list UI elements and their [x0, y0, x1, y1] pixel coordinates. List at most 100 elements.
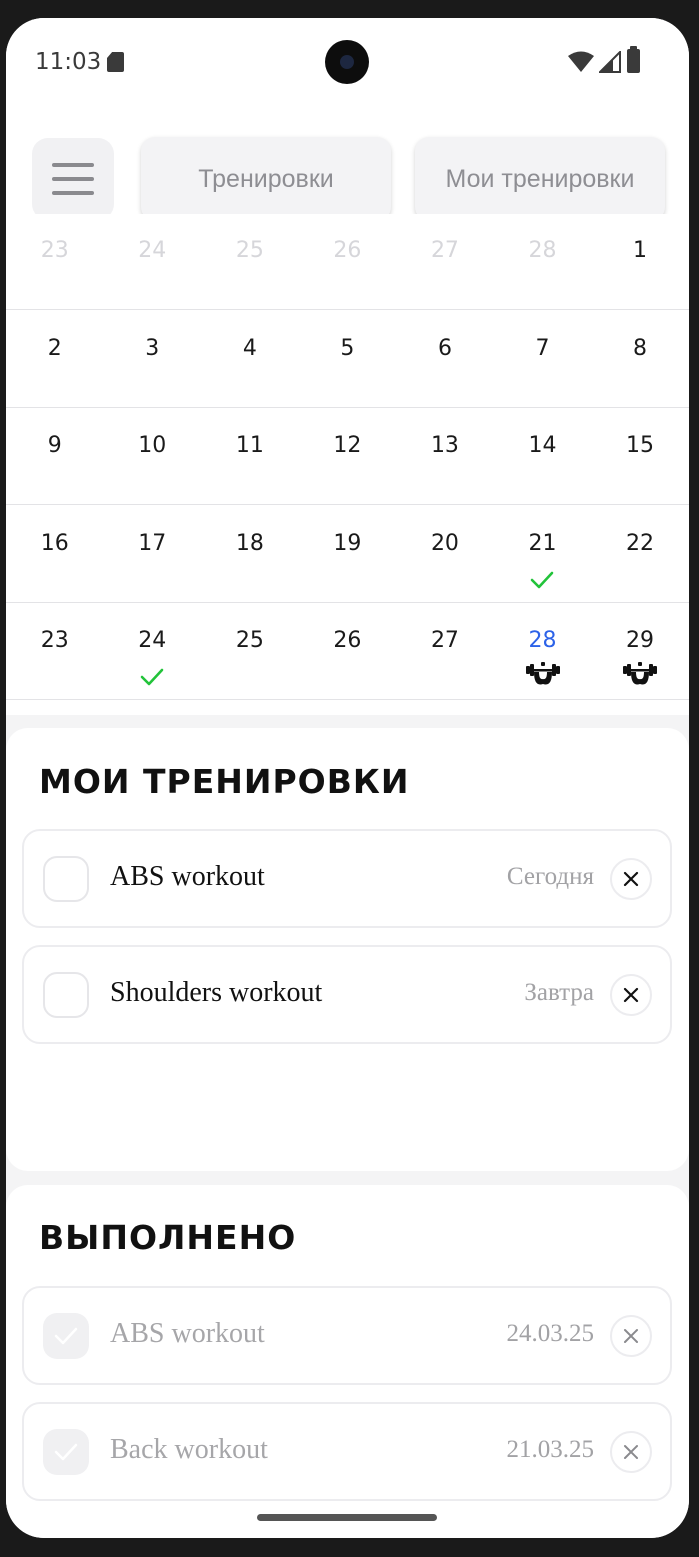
workout-name: Back workout: [110, 1434, 268, 1465]
workout-checkbox-checked[interactable]: [43, 1313, 89, 1359]
workout-when: Сегодня: [506, 863, 594, 890]
calendar-day-number: 26: [333, 628, 362, 654]
tab-my-workouts[interactable]: Мои тренировки: [415, 137, 665, 221]
tab-workouts[interactable]: Тренировки: [141, 137, 391, 221]
calendar-day-number: 3: [145, 335, 160, 361]
calendar-day-number: 27: [430, 628, 459, 654]
calendar-day-number: 26: [333, 238, 362, 263]
menu-button[interactable]: [32, 138, 114, 220]
calendar-day-number: 20: [430, 530, 459, 556]
my-workouts-card: МОИ ТРЕНИРОВКИ ABS workout Сегодня Shoul…: [6, 728, 689, 1171]
calendar-day[interactable]: 24: [104, 602, 202, 700]
calendar-day-number: 6: [437, 335, 452, 361]
check-icon: [54, 1443, 78, 1461]
calendar-day[interactable]: 27: [396, 602, 494, 700]
calendar-day-number: 28: [528, 628, 557, 654]
calendar-day[interactable]: 24: [104, 212, 202, 310]
workout-checkbox[interactable]: [43, 856, 89, 902]
workout-item[interactable]: Shoulders workout Завтра: [22, 945, 672, 1044]
calendar-day[interactable]: 15: [591, 407, 689, 505]
workout-checkbox-checked[interactable]: [43, 1429, 89, 1475]
calendar-day[interactable]: 20: [396, 505, 494, 603]
calendar-day-number: 18: [235, 530, 264, 556]
calendar-day[interactable]: 6: [396, 310, 494, 408]
workout-date: 21.03.25: [506, 1436, 595, 1463]
calendar-day-number: 28: [528, 238, 557, 263]
calendar-day-number: 16: [40, 530, 69, 556]
calendar-day[interactable]: 28: [494, 212, 592, 310]
calendar-day-number: 4: [242, 335, 257, 361]
remove-workout-button[interactable]: [610, 1315, 652, 1357]
close-icon: [623, 871, 639, 887]
calendar-day[interactable]: 12: [299, 407, 397, 505]
calendar-day-number: 11: [235, 433, 264, 459]
close-icon: [623, 987, 639, 1003]
phone-screen: 11:03 Тренировки Мои тренировки 23 24 25 26…: [6, 18, 689, 1538]
calendar-day[interactable]: 3: [104, 310, 202, 408]
battery-icon: [627, 46, 640, 73]
my-workouts-title: МОИ ТРЕНИРОВКИ: [39, 762, 410, 801]
remove-workout-button[interactable]: [610, 858, 652, 900]
calendar-day-number: 29: [626, 628, 655, 654]
calendar-day-number: 7: [535, 335, 550, 361]
completed-card: ВЫПОЛНЕНО ABS workout 24.03.25 Back work…: [6, 1185, 689, 1538]
calendar-day-number: 23: [40, 628, 69, 654]
check-icon: [54, 1327, 78, 1345]
calendar-day[interactable]: 21: [494, 505, 592, 603]
calendar-day-number: 13: [430, 433, 459, 459]
calendar-day[interactable]: 18: [201, 505, 299, 603]
workout-when: Завтра: [524, 979, 594, 1006]
remove-workout-button[interactable]: [610, 974, 652, 1016]
signal-icon: [599, 51, 621, 73]
completed-item[interactable]: Back workout 21.03.25: [22, 1402, 672, 1501]
calendar-day[interactable]: 2: [6, 310, 104, 408]
workout-name: ABS workout: [110, 1318, 265, 1349]
calendar-day-number: 5: [340, 335, 355, 361]
calendar-day-number: 22: [626, 530, 655, 556]
calendar-day-number: 23: [40, 238, 69, 263]
calendar-day-number: 15: [626, 433, 655, 459]
dumbbell-icon: [525, 662, 560, 685]
calendar-day[interactable]: 5: [299, 310, 397, 408]
calendar-day-number: 19: [333, 530, 362, 556]
check-icon: [140, 669, 163, 686]
calendar-day[interactable]: 14: [494, 407, 592, 505]
calendar-day-number: 9: [47, 433, 62, 459]
calendar-day[interactable]: 23: [6, 602, 104, 700]
calendar-day[interactable]: 4: [201, 310, 299, 408]
check-icon: [530, 571, 554, 589]
calendar-day[interactable]: 13: [396, 407, 494, 505]
calendar-day[interactable]: 8: [591, 310, 689, 408]
calendar-day[interactable]: 25: [201, 212, 299, 310]
calendar-day[interactable]: 17: [104, 505, 202, 603]
remove-workout-button[interactable]: [610, 1431, 652, 1473]
workout-checkbox[interactable]: [43, 972, 89, 1018]
calendar-day[interactable]: 16: [6, 505, 104, 603]
home-indicator[interactable]: [257, 1514, 437, 1521]
calendar-day[interactable]: 10: [104, 407, 202, 505]
completed-item[interactable]: ABS workout 24.03.25: [22, 1286, 672, 1385]
calendar-day[interactable]: 19: [299, 505, 397, 603]
workout-item[interactable]: ABS workout Сегодня: [22, 829, 672, 928]
calendar-day[interactable]: 26: [299, 602, 397, 700]
calendar-day-number: 24: [138, 628, 167, 654]
calendar-day[interactable]: 23: [6, 212, 104, 310]
calendar-day[interactable]: 26: [299, 212, 397, 310]
calendar-day[interactable]: 11: [201, 407, 299, 505]
calendar-day[interactable]: 27: [396, 212, 494, 310]
calendar-week-row: 23 24 25 26 27 28 29: [6, 602, 689, 701]
calendar-day-number: 25: [235, 238, 264, 263]
hamburger-icon-line: [52, 191, 94, 195]
calendar-day[interactable]: 25: [201, 602, 299, 700]
calendar-day[interactable]: 7: [494, 310, 592, 408]
calendar-day-number: 24: [138, 238, 167, 263]
status-time: 11:03: [35, 49, 102, 75]
calendar-day[interactable]: 9: [6, 407, 104, 505]
calendar-day[interactable]: 22: [591, 505, 689, 603]
calendar-day[interactable]: 29: [591, 602, 689, 700]
calendar-day[interactable]: 28: [494, 602, 592, 700]
calendar-day-number: 12: [333, 433, 362, 459]
calendar-day[interactable]: 1: [591, 212, 689, 310]
calendar-day-number: 14: [528, 433, 557, 459]
calendar-day-number: 25: [235, 628, 264, 654]
